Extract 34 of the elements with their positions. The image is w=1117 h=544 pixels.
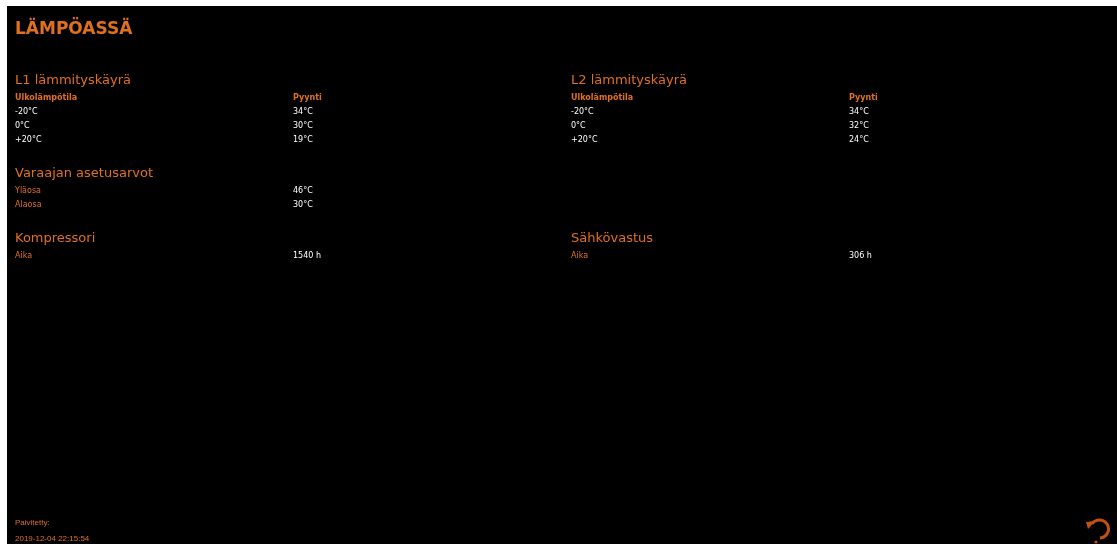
table-cell-text: 34°C (293, 106, 314, 118)
value-text: 46°C (293, 185, 314, 197)
value-text: 306 h (849, 250, 873, 262)
column-header: Ulkolämpötila (571, 92, 635, 104)
table-cell-text: 19°C (293, 134, 314, 146)
value-label: Aika (571, 250, 590, 262)
table-cell-text: 32°C (849, 120, 870, 132)
table-cell-text: 0°C (15, 120, 31, 132)
table-cell-text: -20°C (15, 106, 39, 118)
table-cell-text: 30°C (293, 120, 314, 132)
section-heading: Kompressori (15, 230, 97, 246)
section-heading: Sähkövastus (571, 230, 655, 246)
table-cell-text: -20°C (571, 106, 595, 118)
section-heading: L1 lämmityskäyrä (15, 72, 132, 88)
undo-icon (1083, 516, 1111, 544)
value-label: Yläosa (15, 185, 42, 197)
table-cell-text: +20°C (15, 134, 43, 146)
section-heading: L2 lämmityskäyrä (571, 72, 688, 88)
table-cell-text: 24°C (849, 134, 870, 146)
page-title: LÄMPÖASSÄ (15, 18, 134, 40)
updated-timestamp: 2019-12-04 22:15:54 (15, 534, 91, 544)
column-header: Pyynti (293, 92, 323, 104)
section-heading: Varaajan asetusarvot (15, 165, 154, 181)
column-header: Ulkolämpötila (15, 92, 79, 104)
updated-label: Paivitetty: (15, 518, 51, 528)
value-label: Aika (15, 250, 34, 262)
table-cell-text: 34°C (849, 106, 870, 118)
value-label: Alaosa (15, 199, 43, 211)
refresh-button[interactable] (1083, 516, 1111, 544)
value-text: 1540 h (293, 250, 322, 262)
value-text: 30°C (293, 199, 314, 211)
column-header: Pyynti (849, 92, 879, 104)
table-cell-text: 0°C (571, 120, 587, 132)
table-cell-text: +20°C (571, 134, 599, 146)
